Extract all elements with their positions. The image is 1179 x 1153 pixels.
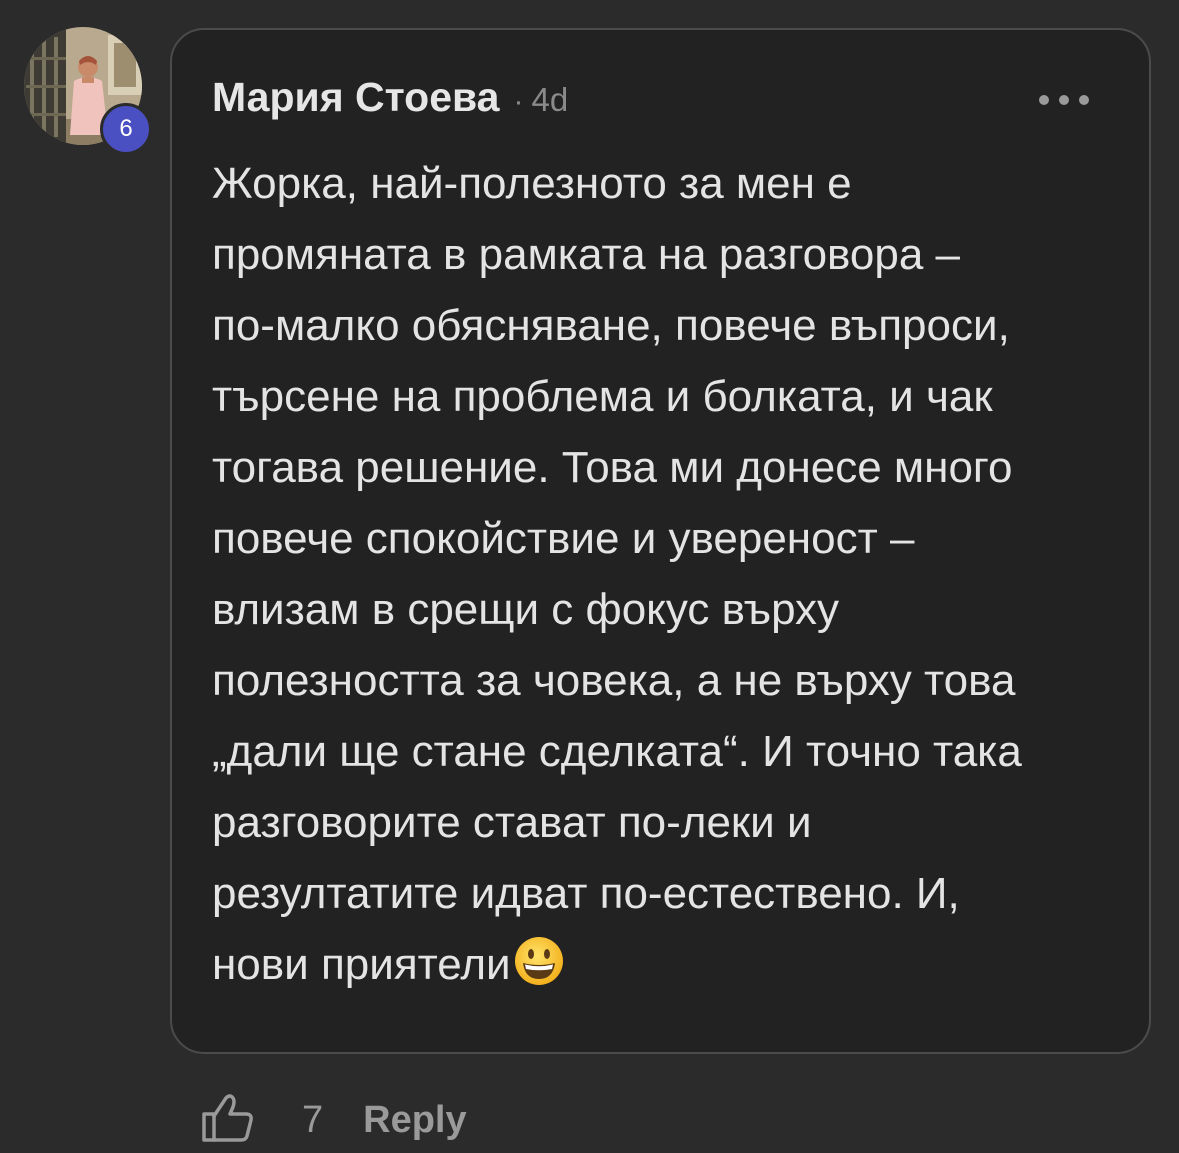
author-name[interactable]: Мария Стоева (212, 74, 499, 121)
like-count: 7 (302, 1098, 324, 1141)
comment-line: повече спокойствие и увереност – (212, 514, 915, 563)
comment-line: Жорка, най-полезното за мен е (212, 159, 852, 208)
like-button[interactable]: 7 (200, 1092, 323, 1149)
comment-body: Жорка, най-полезното за мен е промяната … (212, 148, 1122, 1008)
meta-separator: · (513, 85, 524, 118)
grinning-face-icon (513, 935, 565, 1008)
timestamp[interactable]: 4d (531, 81, 568, 119)
comment-header: Мария Стоева · 4d (212, 74, 568, 121)
more-options-icon[interactable] (1039, 90, 1089, 110)
comment-line: тогава решение. Това ми донесе много (212, 443, 1013, 492)
thumbs-up-icon[interactable] (200, 1092, 256, 1149)
comment-actions: 7 Reply (200, 1092, 467, 1148)
comment-line: по-малко обясняване, повече въпроси, (212, 301, 1010, 350)
more-dot (1059, 95, 1069, 105)
comment-last-line: нови приятели (212, 929, 1122, 1008)
comment-line: „дали ще стане сделката“. И точно така (212, 727, 1022, 776)
comment-line: търсене на проблема и болката, и чак (212, 372, 993, 421)
more-dot (1039, 95, 1049, 105)
reply-button[interactable]: Reply (363, 1099, 466, 1142)
author-avatar-wrap[interactable]: 6 (24, 27, 152, 155)
comment-line: влизам в срещи с фокус върху (212, 585, 840, 634)
comment-line: полезността за човека, а не върху това (212, 656, 1016, 705)
comment-card: Мария Стоева · 4d Жорка, най-полезното з… (170, 28, 1151, 1054)
level-badge: 6 (100, 103, 152, 155)
more-dot (1079, 95, 1089, 105)
comment-line: разговорите стават по-леки и (212, 798, 812, 847)
comment-line: резултатите идват по-естествено. И, (212, 869, 960, 918)
comment-line-text: нови приятели (212, 940, 511, 989)
comment-line: промяната в рамката на разговора – (212, 230, 961, 279)
